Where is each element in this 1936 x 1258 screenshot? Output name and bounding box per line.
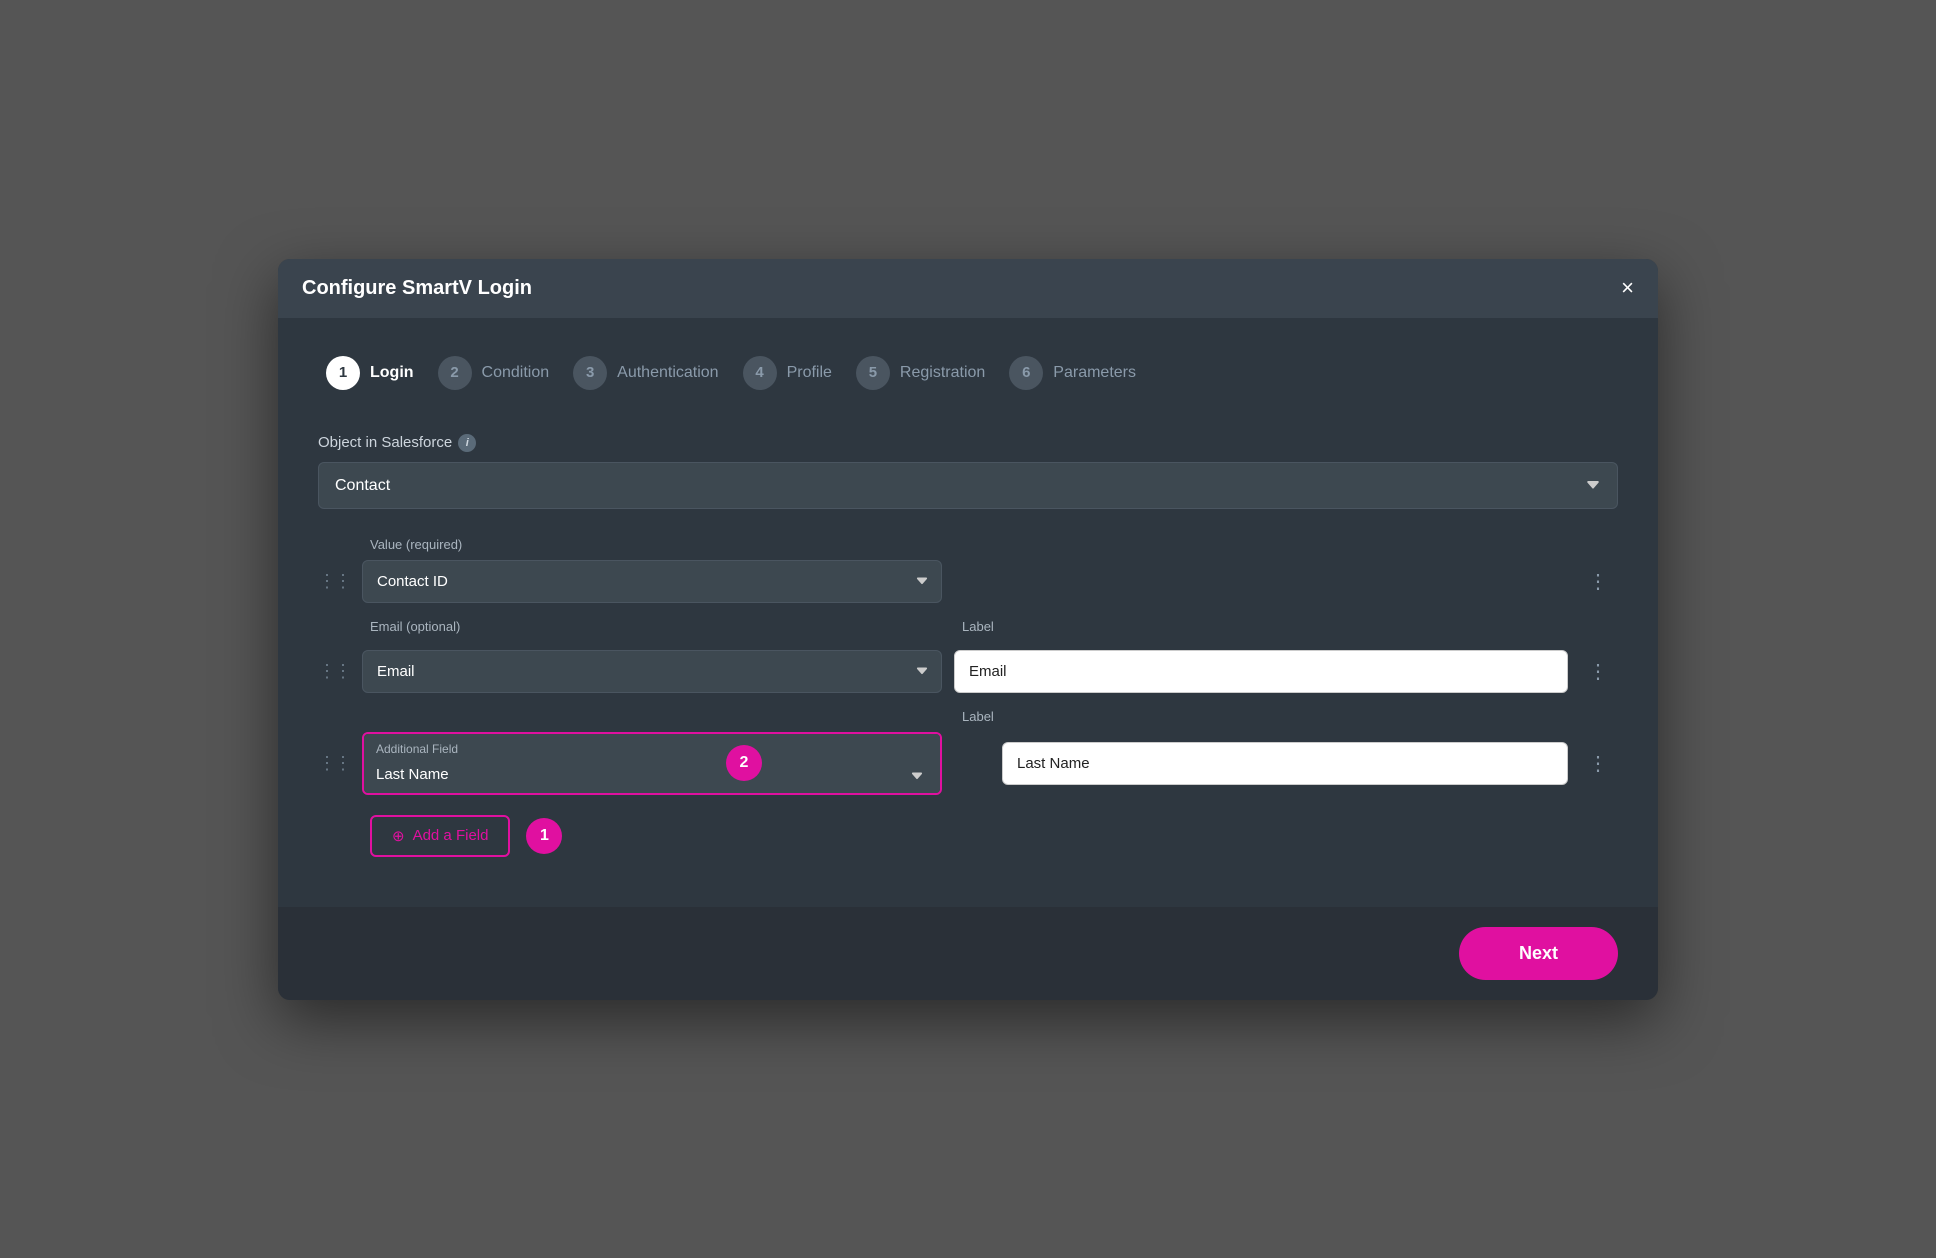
email-label-input[interactable] bbox=[954, 650, 1568, 693]
add-field-label: Add a Field bbox=[413, 827, 489, 844]
last-name-field-select[interactable]: Last Name bbox=[376, 760, 928, 793]
value-required-section: Value (required) ⋮⋮ Contact ID ⋮ bbox=[318, 537, 1618, 603]
email-label-col-header: Label bbox=[962, 619, 1618, 642]
step-1-label: Login bbox=[370, 364, 414, 382]
modal-body: 1 Login 2 Condition 3 Authentication 4 P… bbox=[278, 318, 1658, 907]
email-section: Email (optional) Label ⋮⋮ Email ⋮ bbox=[318, 619, 1618, 693]
contact-id-drag-handle[interactable]: ⋮⋮ bbox=[318, 571, 350, 592]
step-4-circle: 4 bbox=[743, 356, 777, 390]
step-5-label: Registration bbox=[900, 364, 985, 382]
step-6-label: Parameters bbox=[1053, 364, 1136, 382]
add-field-plus-icon: ⊕ bbox=[392, 827, 405, 845]
modal-footer: Next bbox=[278, 907, 1658, 1000]
annotation-badge-1: 1 bbox=[526, 818, 562, 854]
email-row: ⋮⋮ Email ⋮ bbox=[318, 650, 1618, 693]
additional-field-section: ⋮⋮ Additional Field Last Name 2 ⋮ bbox=[318, 732, 1618, 795]
last-name-options-button[interactable]: ⋮ bbox=[1580, 747, 1618, 780]
additional-field-inner-label: Additional Field bbox=[376, 742, 928, 756]
close-button[interactable]: × bbox=[1621, 277, 1634, 299]
additional-field-col-header bbox=[370, 709, 950, 724]
step-5-registration[interactable]: 5 Registration bbox=[848, 348, 1001, 398]
step-3-label: Authentication bbox=[617, 364, 718, 382]
annotation-badge-2: 2 bbox=[726, 745, 762, 781]
step-4-label: Profile bbox=[787, 364, 832, 382]
value-required-label: Value (required) bbox=[370, 537, 1618, 552]
email-field-label: Email (optional) bbox=[370, 619, 950, 634]
contact-id-select[interactable]: Contact ID bbox=[362, 560, 942, 603]
last-name-label-col-header: Label bbox=[962, 709, 1618, 724]
step-4-profile[interactable]: 4 Profile bbox=[735, 348, 848, 398]
email-drag-handle[interactable]: ⋮⋮ bbox=[318, 661, 350, 682]
contact-id-options-button[interactable]: ⋮ bbox=[1580, 565, 1618, 598]
last-name-col-labels: Label bbox=[370, 709, 1618, 724]
object-salesforce-select[interactable]: Contact bbox=[318, 462, 1618, 509]
last-name-label-input[interactable] bbox=[1002, 742, 1568, 785]
last-name-select-wrapper: Additional Field Last Name bbox=[362, 732, 942, 795]
email-options-button[interactable]: ⋮ bbox=[1580, 655, 1618, 688]
step-6-parameters[interactable]: 6 Parameters bbox=[1001, 348, 1152, 398]
step-5-circle: 5 bbox=[856, 356, 890, 390]
step-3-authentication[interactable]: 3 Authentication bbox=[565, 348, 734, 398]
step-2-condition[interactable]: 2 Condition bbox=[430, 348, 566, 398]
last-name-drag-handle[interactable]: ⋮⋮ bbox=[318, 753, 350, 774]
last-name-row: ⋮⋮ Additional Field Last Name 2 ⋮ bbox=[318, 732, 1618, 795]
step-2-circle: 2 bbox=[438, 356, 472, 390]
step-3-circle: 3 bbox=[573, 356, 607, 390]
step-1-login[interactable]: 1 Login bbox=[318, 348, 430, 398]
modal-container: Configure SmartV Login × 1 Login 2 Condi… bbox=[278, 259, 1658, 1000]
add-field-container: ⊕ Add a Field 1 bbox=[370, 815, 1618, 857]
contact-id-row: ⋮⋮ Contact ID ⋮ bbox=[318, 560, 1618, 603]
steps-bar: 1 Login 2 Condition 3 Authentication 4 P… bbox=[318, 348, 1618, 398]
step-6-circle: 6 bbox=[1009, 356, 1043, 390]
modal-header: Configure SmartV Login × bbox=[278, 259, 1658, 318]
info-icon: i bbox=[458, 434, 476, 452]
next-button[interactable]: Next bbox=[1459, 927, 1618, 980]
step-1-circle: 1 bbox=[326, 356, 360, 390]
add-field-button[interactable]: ⊕ Add a Field bbox=[370, 815, 510, 857]
object-salesforce-label: Object in Salesforce i bbox=[318, 434, 1618, 452]
email-field-select[interactable]: Email bbox=[362, 650, 942, 693]
step-2-label: Condition bbox=[482, 364, 550, 382]
modal-title: Configure SmartV Login bbox=[302, 277, 532, 300]
email-col-labels: Email (optional) Label bbox=[370, 619, 1618, 642]
